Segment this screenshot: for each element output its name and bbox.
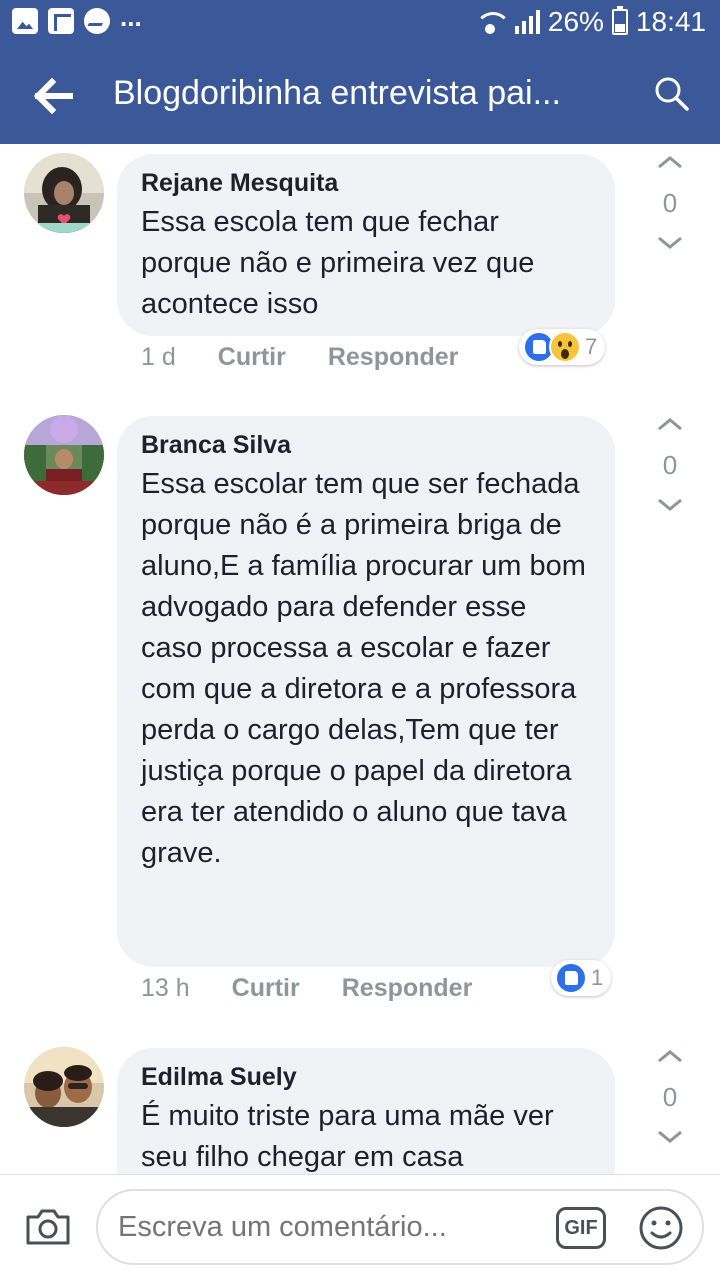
- reaction-summary[interactable]: 1: [551, 960, 612, 996]
- app-bar: Blogdoribinha entrevista pai...: [0, 48, 720, 144]
- reaction-count: 1: [591, 965, 604, 990]
- status-bar: ... 26% 18:41: [0, 0, 720, 48]
- chevron-up-icon[interactable]: [650, 1042, 690, 1072]
- gallery-icon: [12, 8, 38, 34]
- vote-count: 0: [662, 1082, 678, 1112]
- chevron-up-icon[interactable]: [650, 410, 690, 440]
- chevron-down-icon[interactable]: [650, 490, 690, 520]
- like-reaction-icon: [555, 962, 587, 994]
- wow-reaction-icon: [549, 331, 581, 363]
- back-button[interactable]: [30, 74, 78, 118]
- system-status: 26% 18:41: [473, 6, 706, 38]
- clock: 18:41: [635, 6, 706, 37]
- camera-icon: [26, 1209, 70, 1245]
- like-button[interactable]: Curtir: [218, 343, 286, 372]
- reaction-count: 7: [585, 334, 598, 359]
- comment-actions: 1 d Curtir Responder: [141, 343, 458, 372]
- comment-text: Essa escolar tem que ser fechada porque …: [141, 468, 586, 869]
- camera-button[interactable]: [24, 1207, 72, 1247]
- gif-button[interactable]: GIF: [556, 1207, 606, 1249]
- comment-composer: GIF: [0, 1174, 720, 1280]
- comment-text: É muito triste para uma mãe ver seu filh…: [141, 1100, 554, 1173]
- avatar[interactable]: [24, 1047, 104, 1127]
- back-arrow-icon: [33, 77, 73, 115]
- battery-icon: [611, 6, 628, 35]
- signal-icon: [514, 10, 540, 34]
- emoji-button[interactable]: [638, 1205, 684, 1251]
- comment-timestamp[interactable]: 13 h: [141, 974, 190, 1003]
- comment-author[interactable]: Rejane Mesquita: [141, 168, 591, 198]
- battery-percent: 26%: [547, 6, 604, 37]
- page-title: Blogdoribinha entrevista pai...: [113, 74, 561, 112]
- wifi-icon: [473, 10, 511, 34]
- comment-author[interactable]: Edilma Suely: [141, 1062, 591, 1092]
- search-button[interactable]: [654, 76, 690, 112]
- avatar[interactable]: [24, 153, 104, 233]
- like-button[interactable]: Curtir: [232, 974, 300, 1003]
- vote-count: 0: [662, 450, 678, 480]
- gif-icon: GIF: [564, 1216, 598, 1239]
- vote-control: 0: [650, 1042, 690, 1152]
- reaction-summary[interactable]: 7: [519, 329, 606, 365]
- comment-bubble[interactable]: Edilma Suely É muito triste para uma mãe…: [117, 1048, 615, 1174]
- comment-text: Essa escola tem que fechar porque não e …: [141, 206, 535, 320]
- comment-input[interactable]: [96, 1189, 704, 1265]
- search-icon: [655, 77, 689, 111]
- comment-author[interactable]: Branca Silva: [141, 430, 591, 460]
- chevron-up-icon[interactable]: [650, 148, 690, 178]
- vote-count: 0: [662, 188, 678, 218]
- vote-control: 0: [650, 410, 690, 520]
- flipboard-icon: [48, 8, 74, 34]
- avatar[interactable]: [24, 415, 104, 495]
- comment-timestamp[interactable]: 1 d: [141, 343, 176, 372]
- reply-button[interactable]: Responder: [342, 974, 473, 1003]
- emoji-icon: [639, 1206, 683, 1250]
- vote-control: 0: [650, 148, 690, 258]
- more-notifications-indicator: ...: [120, 2, 142, 32]
- reply-button[interactable]: Responder: [328, 343, 459, 372]
- chevron-down-icon[interactable]: [650, 1122, 690, 1152]
- comment-actions: 13 h Curtir Responder: [141, 974, 472, 1003]
- notification-icons: ...: [12, 4, 142, 34]
- chevron-down-icon[interactable]: [650, 228, 690, 258]
- comment-bubble[interactable]: Branca Silva Essa escolar tem que ser fe…: [117, 416, 615, 967]
- comment-list[interactable]: Rejane Mesquita Essa escola tem que fech…: [0, 144, 720, 1174]
- comment-bubble[interactable]: Rejane Mesquita Essa escola tem que fech…: [117, 154, 615, 336]
- messenger-icon: [84, 8, 110, 34]
